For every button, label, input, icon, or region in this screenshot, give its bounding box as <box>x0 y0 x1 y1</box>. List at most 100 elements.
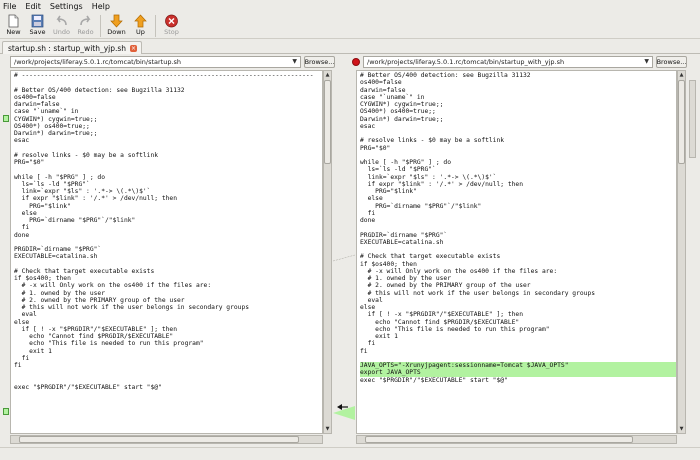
down-label: Down <box>107 28 126 36</box>
right-path-field[interactable]: /work/projects/liferay.5.0.1.rc/tomcat/b… <box>363 56 653 68</box>
toolbar-separator <box>100 15 101 37</box>
change-marker[interactable] <box>3 408 9 415</box>
left-vertical-scrollbar[interactable]: ▲ ▼ <box>323 70 332 434</box>
undo-label: Undo <box>53 28 70 36</box>
arrow-up-icon <box>134 14 147 28</box>
code-line: eval <box>14 311 37 319</box>
save-icon <box>31 14 44 28</box>
left-horizontal-scrollbar[interactable] <box>10 435 323 444</box>
code-line: PRGDIR=`dirname "$PRG"` <box>360 231 448 239</box>
save-button[interactable]: Save <box>26 13 49 39</box>
right-path-text: /work/projects/liferay.5.0.1.rc/tomcat/b… <box>367 58 565 66</box>
left-hscroll-thumb[interactable] <box>19 436 299 443</box>
right-path-bar: /work/projects/liferay.5.0.1.rc/tomcat/b… <box>352 56 687 68</box>
code-line: fi <box>14 224 30 232</box>
left-path-field[interactable]: /work/projects/liferay.5.0.1.rc/tomcat/b… <box>10 56 301 68</box>
code-line: # -x will Only work on the os400 if the … <box>360 267 558 275</box>
status-bar <box>0 447 700 460</box>
code-line: link=`expr "$ls" : '.*-> \(.*\)$'` <box>360 173 497 181</box>
code-line: fi <box>14 362 22 369</box>
left-gutter <box>2 70 10 434</box>
code-line: PRG=`dirname "$PRG"`/"$link" <box>360 202 482 210</box>
toolbar: New Save Undo Redo Down Up Stop <box>0 13 700 39</box>
code-line: esac <box>360 122 376 130</box>
scroll-down-icon[interactable]: ▼ <box>324 425 331 433</box>
menu-settings[interactable]: Settings <box>50 2 83 11</box>
code-line: # 1. owned by the user <box>14 289 105 297</box>
left-browse-button[interactable]: Browse... <box>304 56 335 68</box>
left-path-text: /work/projects/liferay.5.0.1.rc/tomcat/b… <box>14 58 182 66</box>
code-line: # --------------------------------------… <box>14 72 314 79</box>
code-line: EXECUTABLE=catalina.sh <box>360 238 444 246</box>
close-icon[interactable]: × <box>130 44 138 52</box>
code-line: else <box>360 195 383 203</box>
tab-strip: startup.sh : startup_with_yjp.sh × <box>0 40 700 54</box>
save-label: Save <box>29 28 46 36</box>
code-line: OS400*) os400=true;; <box>14 122 90 130</box>
up-button[interactable]: Up <box>129 13 152 39</box>
right-code: # Better OS/400 detection: see Bugzilla … <box>357 71 676 384</box>
code-line: done <box>360 217 376 224</box>
redo-icon <box>80 15 91 26</box>
code-line: export JAVA_OPTS <box>360 369 676 377</box>
modified-indicator-icon <box>352 58 360 66</box>
scroll-up-icon[interactable]: ▲ <box>678 71 685 79</box>
code-line: link=`expr "$ls" : '.*-> \(.*\)$'` <box>14 188 151 195</box>
new-label: New <box>6 28 21 36</box>
down-button[interactable]: Down <box>105 13 128 39</box>
menu-edit[interactable]: Edit <box>25 2 41 11</box>
right-editor-pane[interactable]: # Better OS/400 detection: see Bugzilla … <box>356 70 677 434</box>
menu-bar: File Edit Settings Help <box>0 0 700 13</box>
chevron-down-icon[interactable]: ▼ <box>644 58 649 65</box>
undo-button[interactable]: Undo <box>50 13 73 39</box>
code-line: if expr "$link" : '/.*' > /dev/null; the… <box>14 195 178 203</box>
code-line: darwin=false <box>360 86 406 94</box>
menu-help[interactable]: Help <box>92 2 110 11</box>
code-line: Darwin*) darwin=true;; <box>360 115 444 123</box>
code-line: # Better OS/400 detection: see Bugzilla … <box>360 72 531 79</box>
arrow-down-icon <box>110 14 123 28</box>
code-line: echo "Cannot find $PRGDIR/$EXECUTABLE" <box>360 318 520 326</box>
code-line: echo "Cannot find $PRGDIR/$EXECUTABLE" <box>14 333 174 340</box>
code-line: if expr "$link" : '/.*' > /dev/null; the… <box>360 180 524 188</box>
right-horizontal-scrollbar[interactable] <box>356 435 677 444</box>
tab-diff[interactable]: startup.sh : startup_with_yjp.sh × <box>2 41 143 54</box>
stop-button[interactable]: Stop <box>160 13 183 39</box>
code-line: fi <box>360 340 376 348</box>
menu-file[interactable]: File <box>3 2 16 11</box>
right-browse-button[interactable]: Browse... <box>656 56 687 68</box>
new-button[interactable]: New <box>2 13 25 39</box>
scroll-down-icon[interactable]: ▼ <box>678 425 685 433</box>
code-line: else <box>14 209 37 217</box>
right-vscroll-thumb[interactable] <box>678 80 685 164</box>
code-line: if [ ! -x "$PRGDIR"/"$EXECUTABLE" ]; the… <box>14 325 178 333</box>
code-line: os400=false <box>360 79 402 87</box>
left-vscroll-thumb[interactable] <box>324 80 331 164</box>
right-vertical-scrollbar[interactable]: ▲ ▼ <box>677 70 686 434</box>
code-line: # -x will Only work on the os400 if the … <box>14 282 212 290</box>
left-path-bar: /work/projects/liferay.5.0.1.rc/tomcat/b… <box>10 56 335 68</box>
code-line: exit 1 <box>360 333 398 340</box>
overview-track[interactable] <box>689 80 696 158</box>
undo-icon <box>56 15 67 26</box>
code-line: else <box>360 304 376 311</box>
code-line: PRG="$0" <box>360 144 391 152</box>
change-marker[interactable] <box>3 115 9 122</box>
left-editor-pane[interactable]: # --------------------------------------… <box>10 70 323 434</box>
right-hscroll-thumb[interactable] <box>365 436 633 443</box>
code-line: fi <box>14 354 30 362</box>
chevron-down-icon[interactable]: ▼ <box>292 58 297 65</box>
tab-label: startup.sh : startup_with_yjp.sh <box>8 43 127 53</box>
code-line: PRG="$0" <box>14 159 45 166</box>
scroll-up-icon[interactable]: ▲ <box>324 71 331 79</box>
code-line: exec "$PRGDIR"/"$EXECUTABLE" start "$@" <box>14 383 162 391</box>
redo-button[interactable]: Redo <box>74 13 97 39</box>
code-line: case "`uname`" in <box>360 93 425 101</box>
